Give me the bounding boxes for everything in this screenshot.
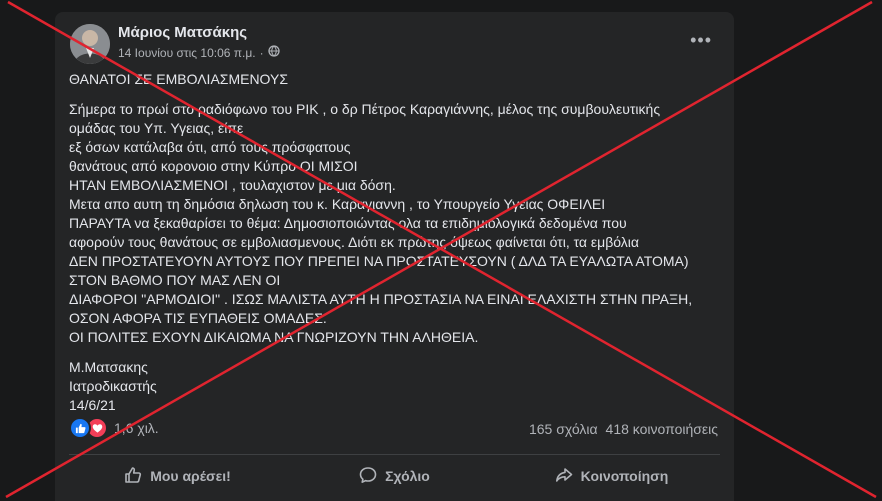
thumbs-up-icon — [124, 466, 142, 487]
engagement-counts: 165 σχόλια 418 κοινοποιήσεις — [529, 421, 718, 437]
post-text: ΘΑΝΑΤΟΙ ΣΕ ΕΜΒΟΛΙΑΣΜΕΝΟΥΣ Σήμερα το πρωί … — [69, 70, 724, 415]
post-actions: Μου αρέσει! Σχόλιο Κοινοποίηση — [69, 459, 720, 493]
post-text-line: 14/6/21 — [69, 397, 116, 413]
post-timestamp[interactable]: 14 Ιουνίου στις 10:06 π.μ. — [118, 46, 256, 60]
post-text-spacer — [69, 347, 724, 358]
divider — [69, 454, 720, 455]
like-button[interactable]: Μου αρέσει! — [69, 459, 286, 493]
post-text-line: ομάδας του Υπ. Υγειας, είπε — [69, 120, 244, 136]
post-text-line: ΟΣΟΝ ΑΦΟΡΑ ΤΙΣ ΕΥΠΑΘΕΙΣ ΟΜΑΔΕΣ. — [69, 310, 327, 326]
post-author[interactable]: Μάριος Ματσάκης — [118, 24, 247, 41]
post-text-line: ΘΑΝΑΤΟΙ ΣΕ ΕΜΒΟΛΙΑΣΜΕΝΟΥΣ — [69, 71, 288, 87]
post-text-line: ΗΤΑΝ ΕΜΒΟΛΙΑΣΜΕΝΟΙ , τουλαχιστον με μια … — [69, 177, 396, 193]
post-text-line: Μ.Ματσακης — [69, 359, 148, 375]
reaction-count[interactable]: 1,6 χιλ. — [114, 420, 159, 436]
share-button-label: Κοινοποίηση — [580, 468, 669, 484]
reactions-summary[interactable]: 1,6 χιλ. — [69, 417, 159, 439]
share-count[interactable]: 418 κοινοποιήσεις — [606, 421, 718, 437]
post-text-spacer — [69, 89, 724, 100]
post-text-line: ΔΙΑΦΟΡΟΙ "ΑΡΜΟΔΙΟΙ" . ΙΣΩΣ ΜΑΛΙΣΤΑ ΑΥΤΗ … — [69, 291, 693, 307]
post-text-line: Μετα απο αυτη τη δημόσια δηλωση του κ. Κ… — [69, 196, 606, 212]
comment-button-label: Σχόλιο — [385, 468, 430, 484]
comment-count[interactable]: 165 σχόλια — [529, 421, 598, 437]
more-options-icon[interactable]: ••• — [690, 30, 712, 51]
post-text-line: ΣΤΟΝ ΒΑΘΜΟ ΠΟΥ ΜΑΣ ΛΕΝ ΟΙ — [69, 272, 281, 288]
post-text-line: αφορούν τους θανάτους σε εμβολιασμενους.… — [69, 234, 640, 250]
post-text-line: εξ όσων κατάλαβα ότι, από τους πρόσφατου… — [69, 139, 351, 155]
post-text-line: ΔΕΝ ΠΡΟΣΤΑΤΕΥΟΥΝ ΑΥΤΟΥΣ ΠΟΥ ΠΡΕΠΕΙ ΝΑ ΠΡ… — [69, 253, 689, 269]
comment-icon — [359, 466, 377, 487]
post-card: Μάριος Ματσάκης 14 Ιουνίου στις 10:06 π.… — [55, 12, 734, 501]
post-meta: 14 Ιουνίου στις 10:06 π.μ. · — [118, 45, 280, 60]
share-icon — [555, 466, 573, 487]
like-button-label: Μου αρέσει! — [150, 468, 231, 484]
globe-icon — [268, 45, 280, 60]
avatar[interactable] — [70, 24, 110, 64]
like-reaction-icon — [69, 417, 91, 439]
post-text-line: θανάτους από κορονοιο στην Κύπρο ΟΙ ΜΙΣΟ… — [69, 158, 358, 174]
comment-button[interactable]: Σχόλιο — [286, 459, 503, 493]
post-text-line: Ιατροδικαστής — [69, 378, 157, 394]
share-button[interactable]: Κοινοποίηση — [503, 459, 720, 493]
post-text-line: Σήμερα το πρωί στο ραδιόφωνο του ΡΙΚ , ο… — [69, 101, 661, 117]
post-text-line: ΠΑΡΑΥΤΑ να ξεκαθαρίσει το θέμα: Δημοσιοπ… — [69, 215, 627, 231]
post-text-line: ΟΙ ΠΟΛΙΤΕΣ ΕΧΟΥΝ ΔΙΚΑΙΩΜΑ ΝΑ ΓΝΩΡΙΖΟΥΝ Τ… — [69, 329, 479, 345]
